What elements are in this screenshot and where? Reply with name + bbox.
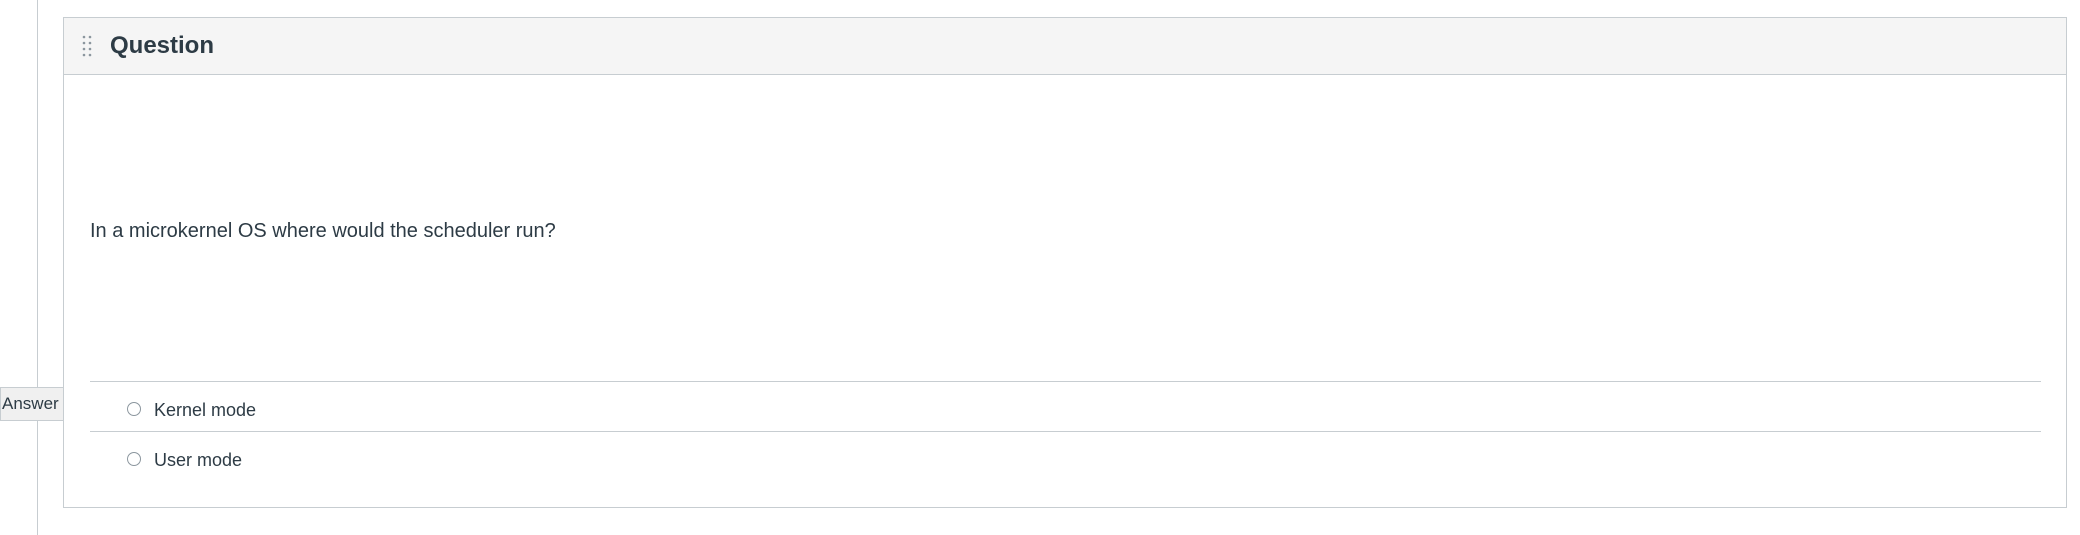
answer-option-kernel-mode[interactable]: Kernel mode [90, 381, 2041, 431]
drag-handle-icon[interactable] [82, 35, 92, 57]
radio-icon[interactable] [127, 402, 141, 416]
answer-option-user-mode[interactable]: User mode [90, 431, 2041, 481]
question-card: Question In a microkernel OS where would… [63, 17, 2067, 508]
question-title: Question [110, 32, 215, 59]
left-divider [37, 0, 38, 535]
answer-label[interactable]: User mode [154, 448, 242, 472]
radio-icon[interactable] [127, 452, 141, 466]
answer-flag-label: Answer [2, 394, 59, 413]
answer-list: Kernel mode User mode [90, 381, 2041, 481]
question-text: In a microkernel OS where would the sche… [90, 220, 556, 242]
quiz-page: Answer Question In a microkernel OS wher… [0, 0, 2080, 535]
question-header: Question [64, 18, 2066, 75]
answer-label[interactable]: Kernel mode [154, 398, 256, 422]
